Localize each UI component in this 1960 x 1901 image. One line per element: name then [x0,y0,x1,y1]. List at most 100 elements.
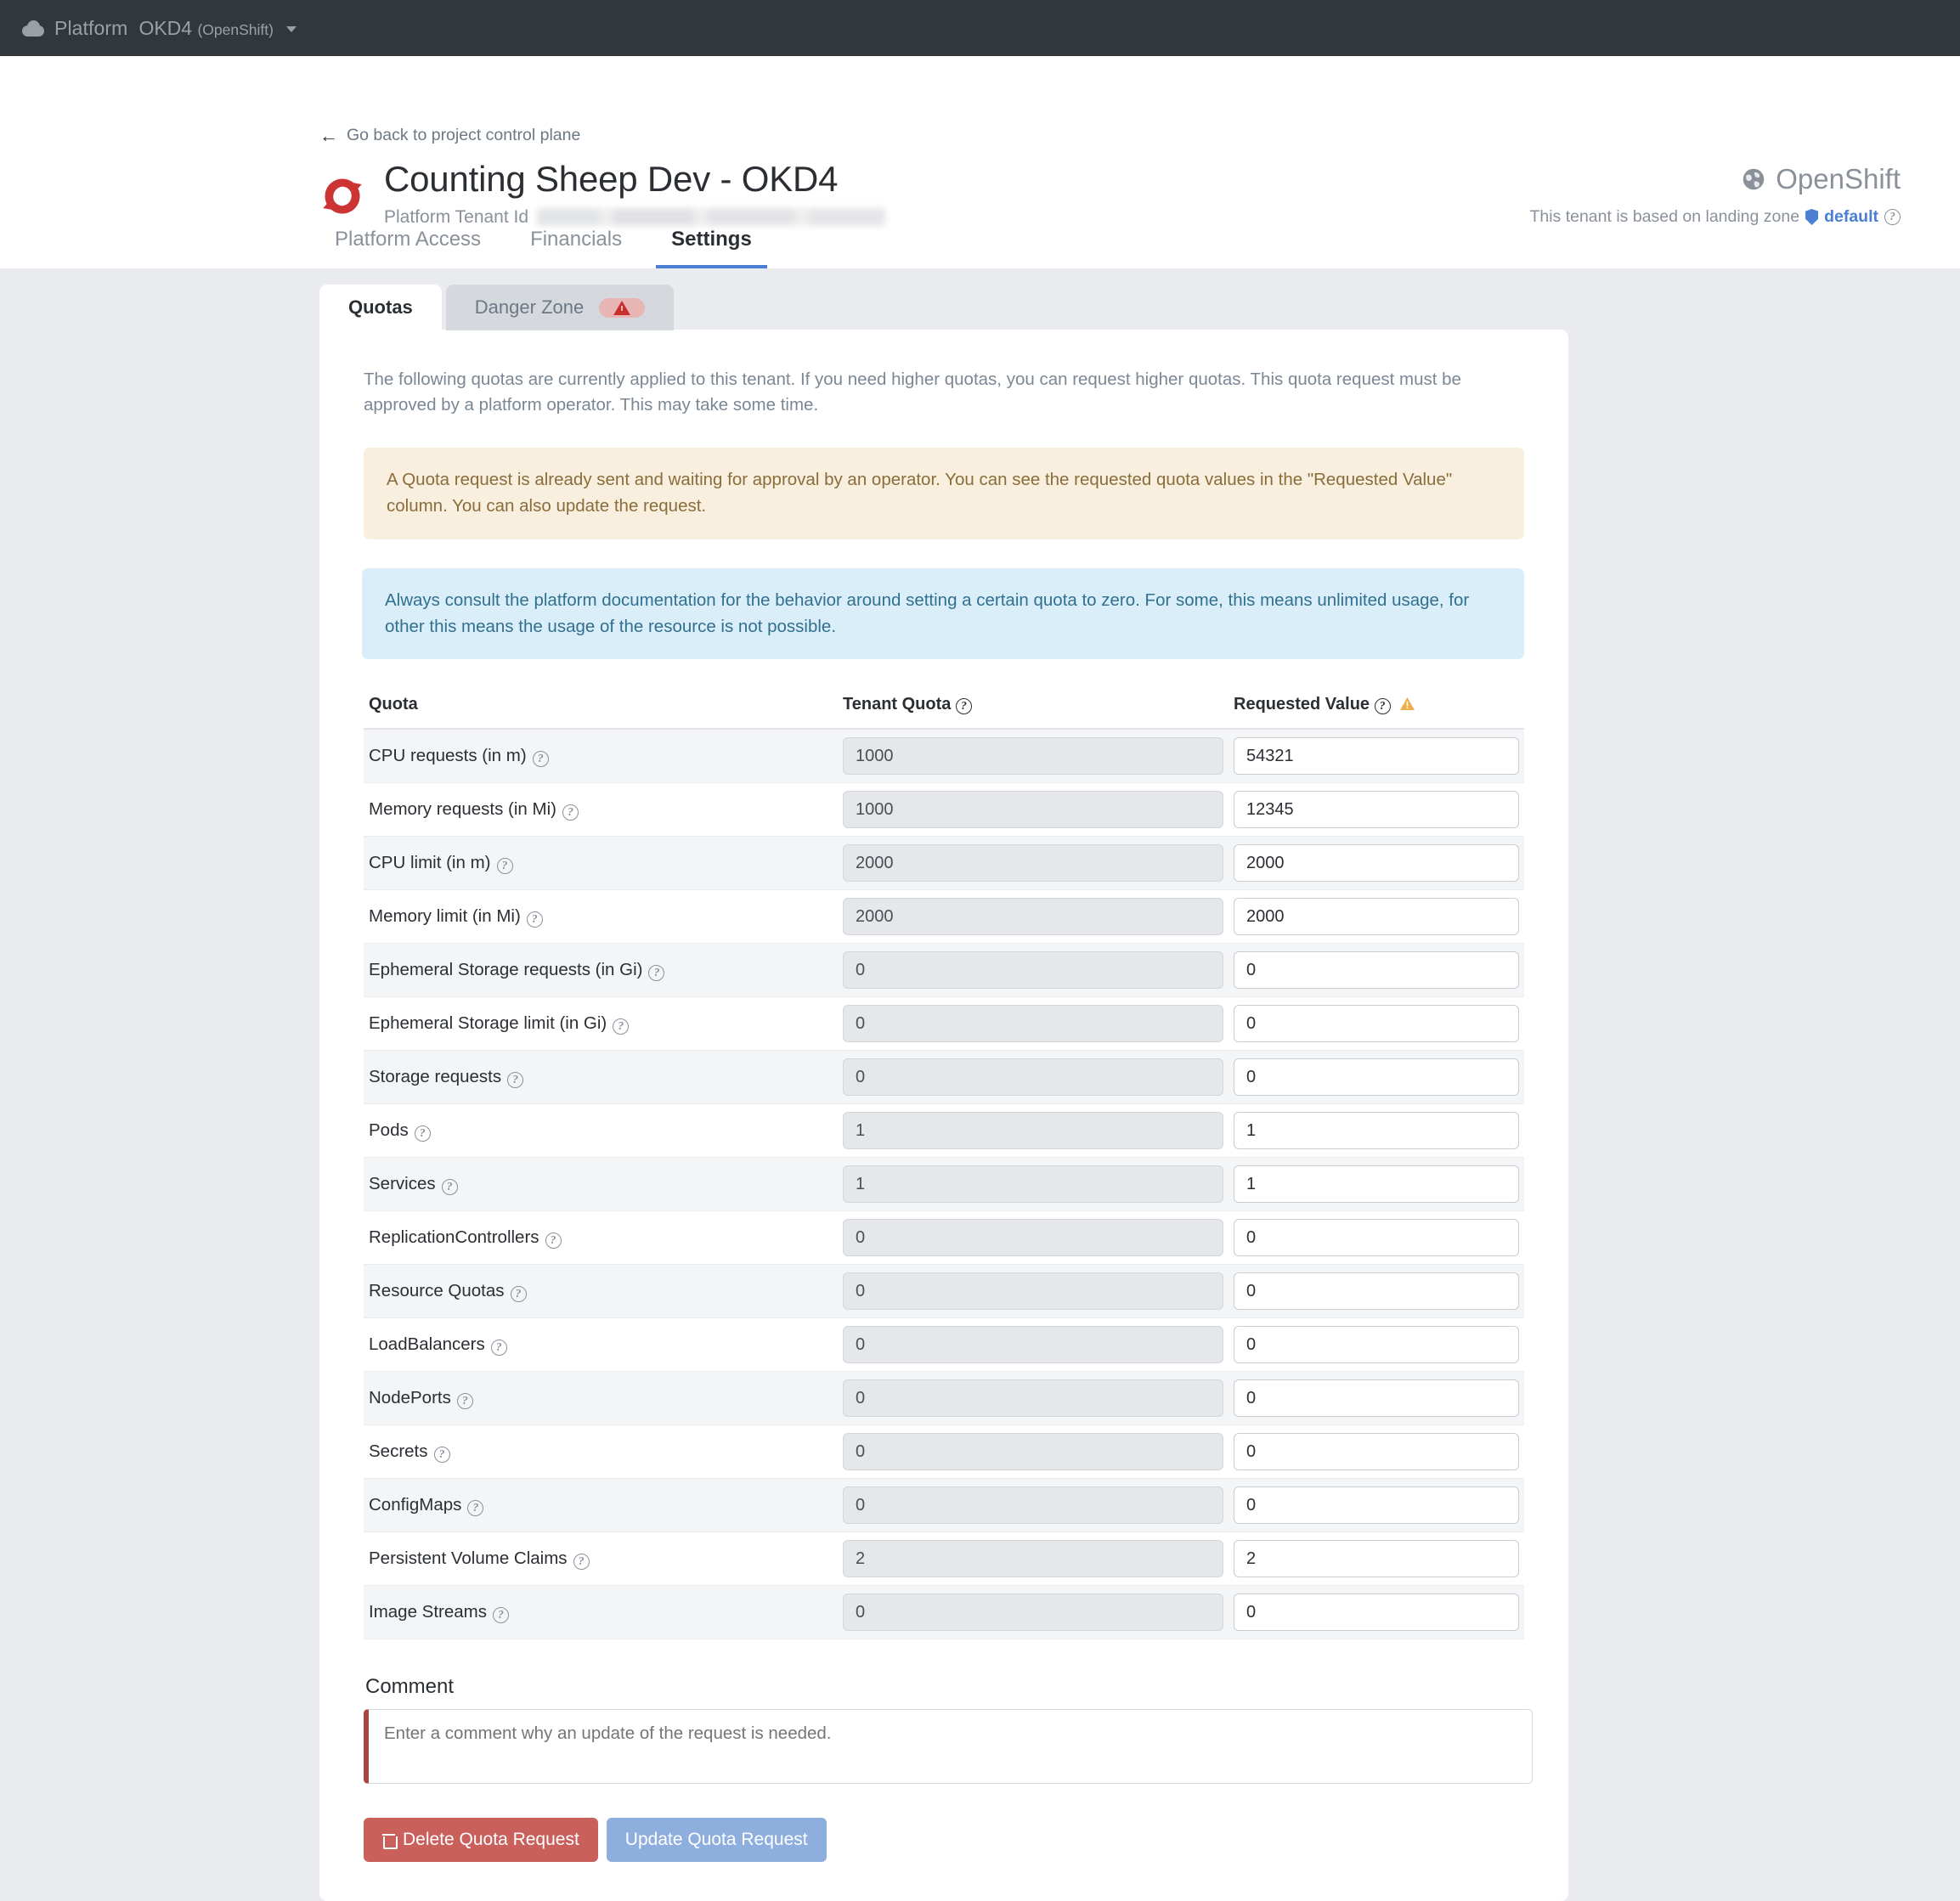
requested-value-cell [1229,1103,1524,1159]
requested-value-input[interactable] [1234,1058,1519,1097]
quota-name-label: Ephemeral Storage requests (in Gi) [369,960,643,980]
requested-value-input[interactable] [1234,1433,1519,1471]
question-circle-icon[interactable]: ? [433,1447,450,1464]
requested-value-input[interactable] [1234,791,1519,829]
table-row: Memory limit (in Mi)? [364,889,1524,945]
landing-zone-text: This tenant is based on landing zone [1529,207,1800,226]
navbar-environment-kind: (OpenShift) [197,20,274,38]
quota-name-label: Storage requests [369,1067,502,1087]
tenant-quota-input [843,1112,1223,1150]
requested-value-input[interactable] [1234,1326,1519,1364]
table-row: Ephemeral Storage requests (in Gi)? [364,943,1524,998]
question-circle-icon[interactable]: ? [648,965,665,982]
table-row: Persistent Volume Claims? [364,1532,1524,1587]
tenant-quota-input [843,791,1223,829]
tenant-quota-cell [838,1585,1229,1640]
question-circle-icon[interactable]: ? [955,698,972,715]
requested-value-cell [1229,1424,1524,1480]
navbar-environment-selector[interactable]: OKD4 (OpenShift) [138,17,297,40]
question-circle-icon[interactable]: ? [493,1607,509,1624]
comment-input[interactable] [364,1709,1533,1785]
column-header-quota: Quota [364,688,838,731]
requested-value-input[interactable] [1234,1005,1519,1043]
cloud-icon [22,20,44,37]
tenant-quota-input [843,1379,1223,1418]
requested-value-input[interactable] [1234,1379,1519,1418]
requested-value-input[interactable] [1234,1165,1519,1204]
requested-value-cell [1229,996,1524,1052]
question-circle-icon[interactable]: ? [507,1072,524,1089]
question-circle-icon[interactable]: ? [1884,209,1901,225]
requested-value-input[interactable] [1234,844,1519,883]
update-quota-request-button[interactable]: Update Quota Request [606,1818,827,1863]
requested-value-input[interactable] [1234,1112,1519,1150]
navbar-brand[interactable]: Platform [54,17,127,40]
quota-name-cell: Image Streams? [364,1585,838,1640]
question-circle-icon[interactable]: ? [613,1018,630,1035]
tenant-quota-input [843,1272,1223,1311]
main-tabs: Platform Access Financials Settings [319,219,786,268]
quota-name-label: CPU limit (in m) [369,853,491,873]
sub-tab-quotas[interactable]: Quotas [319,285,442,330]
question-circle-icon[interactable]: ? [545,1233,562,1249]
quota-name-cell: Ephemeral Storage limit (in Gi)? [364,996,838,1052]
requested-value-input[interactable] [1234,1219,1519,1257]
requested-value-cell [1229,1371,1524,1426]
tenant-quota-cell [838,1424,1229,1480]
quota-name-label: Memory limit (in Mi) [369,906,521,927]
table-row: ConfigMaps? [364,1478,1524,1533]
question-circle-icon[interactable]: ? [456,1393,473,1410]
question-circle-icon[interactable]: ? [526,911,543,928]
tenant-quota-cell [838,1157,1229,1212]
quota-name-cell: Secrets? [364,1424,838,1480]
requested-value-input[interactable] [1234,737,1519,776]
requested-value-input[interactable] [1234,951,1519,990]
tab-platform-access[interactable]: Platform Access [319,219,496,268]
tenant-quota-input [843,1058,1223,1097]
question-circle-icon[interactable]: ? [441,1179,458,1196]
sub-tab-danger-zone[interactable]: Danger Zone [445,285,675,330]
tenant-quota-cell [838,1264,1229,1319]
quota-name-cell: Storage requests? [364,1050,838,1105]
quotas-table-body: CPU requests (in m)?Memory requests (in … [364,729,1524,1640]
tenant-quota-cell [838,1210,1229,1266]
tenant-quota-cell [838,836,1229,891]
question-circle-icon[interactable]: ? [532,751,549,768]
question-circle-icon[interactable]: ? [510,1286,527,1303]
question-circle-icon[interactable]: ? [467,1500,484,1517]
requested-value-input[interactable] [1234,1272,1519,1311]
quota-name-label: LoadBalancers [369,1334,485,1355]
delete-quota-request-button[interactable]: Delete Quota Request [364,1818,598,1863]
question-circle-icon[interactable]: ? [562,804,579,821]
question-circle-icon[interactable]: ? [1374,698,1391,715]
tenant-quota-input [843,737,1223,776]
tenant-quota-input [843,1165,1223,1204]
requested-value-input[interactable] [1234,1540,1519,1578]
requested-value-cell [1229,889,1524,945]
requested-value-cell [1229,1532,1524,1587]
requested-value-cell [1229,729,1524,784]
tenant-quota-cell [838,1317,1229,1373]
landing-zone-link[interactable]: default [1824,207,1878,227]
question-circle-icon[interactable]: ? [496,858,513,875]
quota-name-cell: ReplicationControllers? [364,1210,838,1266]
quota-name-label: Secrets [369,1441,428,1462]
quota-name-label: Ephemeral Storage limit (in Gi) [369,1013,607,1034]
question-circle-icon[interactable]: ? [490,1340,507,1357]
question-circle-icon[interactable]: ? [573,1554,590,1571]
sub-tabs: Quotas Danger Zone [0,268,1960,330]
back-to-control-plane-link[interactable]: ← Go back to project control plane [319,126,580,145]
platform-brand-block: OpenShift This tenant is based on landin… [1529,163,1901,227]
question-circle-icon[interactable]: ? [414,1125,431,1142]
quota-zero-behavior-alert: Always consult the platform documentatio… [362,567,1524,660]
warning-triangle-icon [1400,697,1415,711]
requested-value-input[interactable] [1234,1486,1519,1525]
column-header-tenant-quota-label: Tenant Quota [843,695,952,714]
requested-value-input[interactable] [1234,898,1519,936]
requested-value-cell [1229,1317,1524,1373]
quota-name-cell: Memory limit (in Mi)? [364,889,838,945]
landing-zone-row: This tenant is based on landing zone def… [1529,207,1901,227]
tab-settings[interactable]: Settings [656,219,767,268]
requested-value-input[interactable] [1234,1594,1519,1632]
tab-financials[interactable]: Financials [515,219,637,268]
